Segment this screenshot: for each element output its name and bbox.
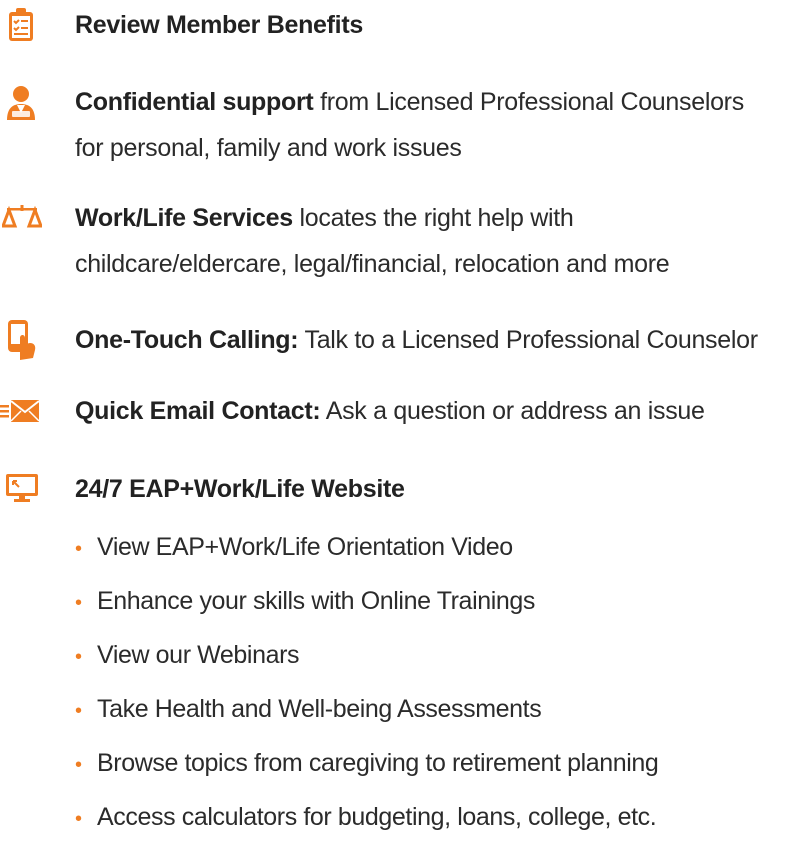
- benefit-email-desc: Ask a question or address an issue: [320, 397, 705, 425]
- list-item[interactable]: • Enhance your skills with Online Trainin…: [75, 574, 658, 628]
- counselor-person-icon: [4, 84, 48, 128]
- monitor-icon: [5, 473, 49, 517]
- clipboard-checklist-icon: [6, 6, 50, 50]
- benefit-calling-desc: Talk to a Licensed Professional Counselo…: [298, 326, 758, 354]
- benefit-worklife-desc: locates the right help with: [292, 204, 574, 232]
- list-item[interactable]: • Browse topics from caregiving to retire…: [75, 736, 659, 790]
- list-item[interactable]: • Access calculators for budgeting, loans…: [75, 790, 658, 844]
- benefit-confidential-desc-line2: for personal, family and work issues: [75, 134, 462, 162]
- list-item[interactable]: • Take Health and Well-being Assessments: [75, 682, 658, 736]
- bullet-icon: •: [75, 538, 82, 560]
- list-item-label: View our Webinars: [97, 641, 300, 669]
- email-envelope-icon: [0, 399, 44, 443]
- phone-touch-icon: [4, 318, 48, 362]
- website-feature-list: • View EAP+Work/Life Orientation Video • E…: [75, 520, 659, 844]
- benefit-email-title: Quick Email Contact:: [75, 397, 321, 425]
- list-item[interactable]: • View our Webinars: [75, 628, 658, 682]
- bullet-icon: •: [75, 808, 82, 830]
- benefit-review-label: Review Member Benefits: [75, 11, 363, 39]
- bullet-icon: •: [75, 646, 82, 668]
- list-item-label: Take Health and Well-being Assessments: [97, 695, 542, 723]
- bullet-icon: •: [75, 700, 82, 722]
- list-item-label: Access calculators for budgeting, loans,…: [97, 803, 657, 831]
- bullet-icon: •: [75, 592, 82, 614]
- benefit-confidential-title: Confidential support: [75, 88, 314, 116]
- benefit-worklife-desc-line2: childcare/eldercare, legal/financial, re…: [75, 250, 670, 278]
- list-item-label: Browse topics from caregiving to retirem…: [97, 749, 659, 777]
- benefit-worklife-title: Work/Life Services: [75, 204, 293, 232]
- benefit-calling-title: One-Touch Calling:: [75, 326, 299, 354]
- bullet-icon: •: [75, 754, 82, 776]
- list-item-label: View EAP+Work/Life Orientation Video: [97, 533, 513, 561]
- list-item[interactable]: • View EAP+Work/Life Orientation Video: [75, 520, 658, 574]
- benefit-website-label: 24/7 EAP+Work/Life Website: [75, 475, 405, 503]
- list-item-label: Enhance your skills with Online Training…: [97, 587, 535, 615]
- balance-scale-icon: [2, 204, 46, 248]
- benefit-confidential-desc: from Licensed Professional Counselors: [313, 88, 744, 116]
